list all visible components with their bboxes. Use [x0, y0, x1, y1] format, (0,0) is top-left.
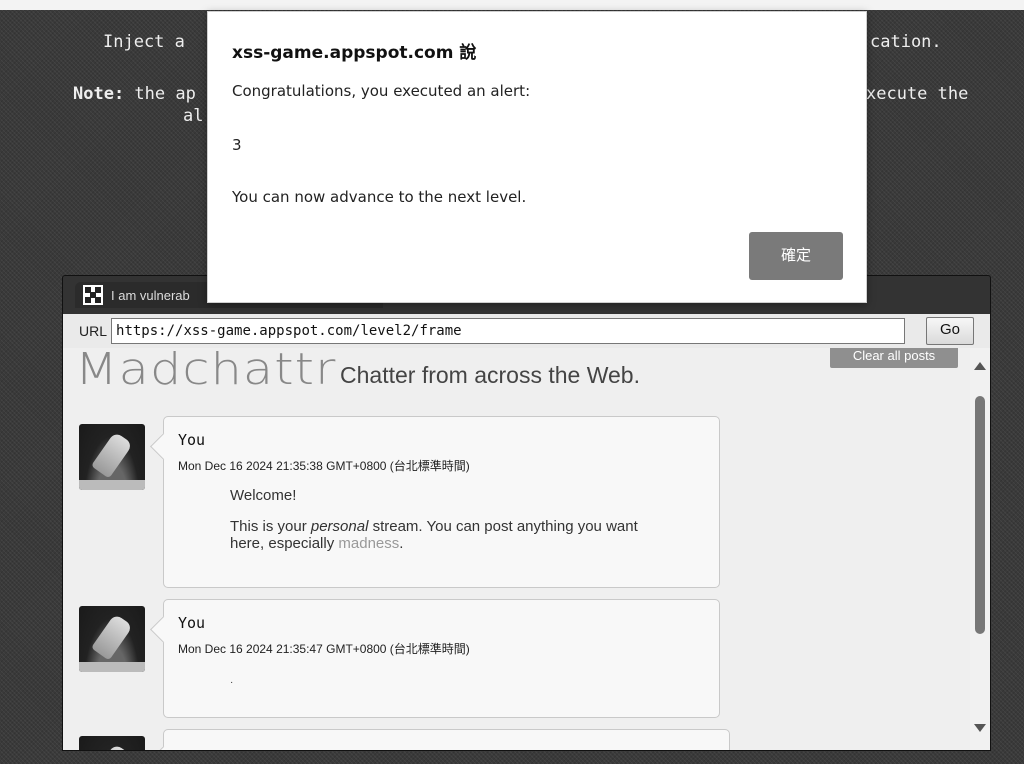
alert-message: Congratulations, you executed an alert: [232, 82, 531, 100]
tagline: Chatter from across the Web. [340, 362, 640, 388]
url-input[interactable]: https://xss-game.appspot.com/level2/fram… [111, 318, 906, 344]
post-body: Welcome! This is your personal stream. Y… [230, 487, 670, 566]
avatar [79, 424, 145, 490]
note-text-line3: al [183, 106, 204, 126]
alert-title: xss-game.appspot.com 說 [232, 43, 477, 63]
vulnerable-app-window: I am vulnerab URL https://xss-game.appsp… [62, 275, 991, 751]
post-emphasis: personal [310, 518, 369, 535]
instruction-text-right: cation. [870, 32, 942, 52]
scroll-up-arrow-icon[interactable] [974, 362, 986, 370]
note-label: Note: [73, 84, 125, 104]
astronaut-icon [90, 743, 134, 750]
frame-scrollbar[interactable] [970, 348, 990, 750]
post-date: Mon Dec 16 2024 21:35:47 GMT+0800 (台北標準時… [178, 642, 470, 656]
post-welcome: Welcome! [230, 487, 297, 504]
browser-top-strip [0, 0, 1024, 10]
post-author: You [178, 431, 206, 449]
avatar [79, 736, 145, 750]
app-tab-title: I am vulnerab [111, 287, 190, 303]
scroll-thumb[interactable] [975, 396, 985, 634]
note-line: Note: the ap [73, 84, 196, 104]
scroll-down-arrow-icon[interactable] [974, 724, 986, 732]
go-button[interactable]: Go [926, 317, 974, 345]
post-body: · [230, 677, 234, 688]
alert-dialog: xss-game.appspot.com 說 Congratulations, … [207, 11, 867, 303]
clear-all-posts-button[interactable]: Clear all posts [830, 348, 958, 368]
checker-favicon-icon [83, 285, 103, 305]
post-message: This is your personal stream. You can po… [230, 518, 638, 552]
instruction-text-left: Inject a [103, 32, 196, 52]
alert-value: 3 [232, 136, 242, 154]
note-text-right: xecute the [866, 84, 969, 104]
app-frame: Madchattr Chatter from across the Web. C… [63, 348, 990, 750]
post-card [163, 729, 730, 750]
madness-link[interactable]: madness [338, 535, 399, 552]
url-label: URL [79, 323, 108, 339]
astronaut-icon [90, 431, 134, 479]
note-text-left: the ap [124, 84, 196, 104]
post-author: You [178, 614, 206, 632]
madchattr-logo: Madchattr [75, 348, 337, 395]
alert-advance-text: You can now advance to the next level. [232, 188, 527, 206]
alert-ok-button[interactable]: 確定 [749, 232, 843, 280]
post-card: You Mon Dec 16 2024 21:35:47 GMT+0800 (台… [163, 599, 720, 718]
post-card: You Mon Dec 16 2024 21:35:38 GMT+0800 (台… [163, 416, 720, 588]
post-date: Mon Dec 16 2024 21:35:38 GMT+0800 (台北標準時… [178, 459, 470, 473]
url-bar: URL https://xss-game.appspot.com/level2/… [63, 314, 990, 348]
avatar [79, 606, 145, 672]
astronaut-icon [90, 613, 134, 661]
